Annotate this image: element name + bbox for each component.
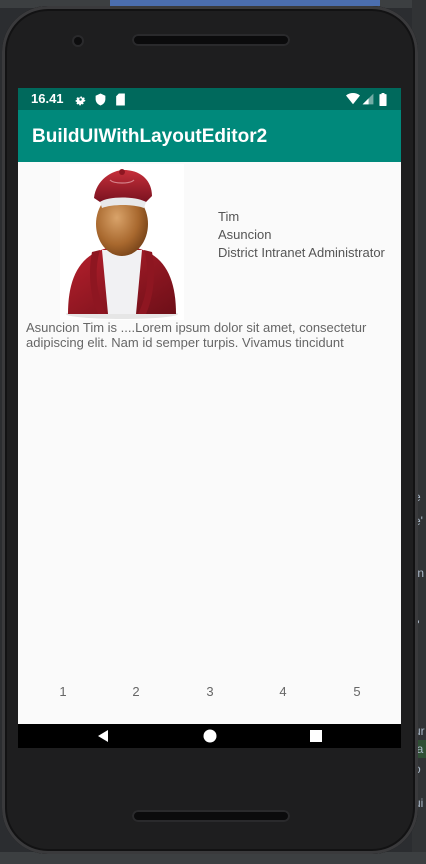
earpiece-speaker <box>132 34 290 46</box>
front-camera <box>74 37 82 45</box>
shield-icon <box>95 93 106 106</box>
home-icon[interactable] <box>203 729 217 743</box>
profile-info: Tim Asuncion District Intranet Administr… <box>218 208 385 262</box>
settings-icon <box>75 96 86 106</box>
signal-icon <box>362 93 374 105</box>
first-name-text: Tim <box>218 209 240 224</box>
device-screen: 16.41 BuildUIWithLayoutEditor2 Tim Asunc… <box>18 88 401 748</box>
number-5: 5 <box>353 684 361 699</box>
bottom-speaker <box>132 810 290 822</box>
number-2: 2 <box>132 684 140 699</box>
wifi-icon <box>346 93 360 105</box>
profile-content: Tim Asuncion District Intranet Administr… <box>18 162 401 724</box>
number-1: 1 <box>59 684 67 699</box>
battery-icon <box>379 93 387 106</box>
back-icon[interactable] <box>96 729 110 743</box>
sd-card-icon <box>116 93 125 106</box>
navigation-bar <box>18 724 401 748</box>
phone-frame: 16.41 BuildUIWithLayoutEditor2 Tim Asunc… <box>2 6 418 854</box>
last-name-text: Asuncion <box>218 227 272 242</box>
number-3: 3 <box>206 684 214 699</box>
app-bar: BuildUIWithLayoutEditor2 <box>18 110 401 162</box>
status-time: 16.41 <box>31 91 64 106</box>
job-title-text: District Intranet Administrator <box>218 245 385 260</box>
description-text: Asuncion Tim is ....Lorem ipsum dolor si… <box>26 320 367 350</box>
status-bar: 16.41 <box>18 88 401 110</box>
recents-icon[interactable] <box>309 729 323 743</box>
app-title: BuildUIWithLayoutEditor2 <box>32 126 268 147</box>
user-avatar-icon <box>66 169 178 319</box>
avatar <box>60 164 184 320</box>
number-4: 4 <box>279 684 287 699</box>
